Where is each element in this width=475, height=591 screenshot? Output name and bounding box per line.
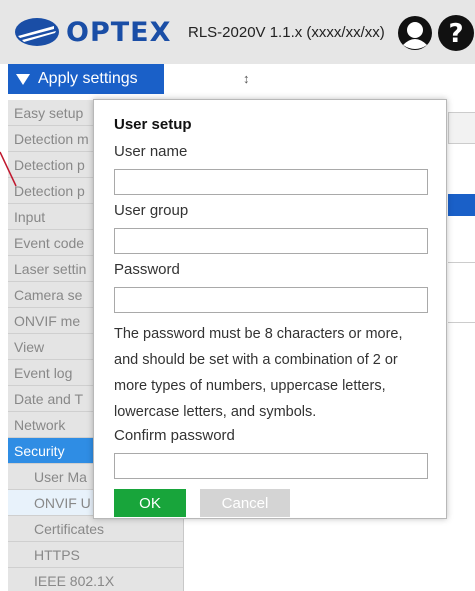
svg-text:?: ? (448, 19, 463, 49)
user-group-input[interactable] (114, 228, 428, 254)
help-icon[interactable]: ? (437, 14, 475, 52)
background-selected-row (448, 194, 475, 216)
user-icon[interactable] (397, 15, 433, 51)
confirm-password-input[interactable] (114, 453, 428, 479)
sidebar-item-certificates[interactable]: Certificates (8, 516, 183, 542)
pointer-line (0, 151, 17, 187)
ok-button[interactable]: OK (114, 489, 186, 517)
triangle-down-icon (16, 73, 30, 85)
user-setup-dialog: User setup User name User group Password… (93, 99, 447, 519)
dialog-buttons: OK Cancel (114, 489, 426, 517)
header: OPTEX RLS-2020V 1.1.x (xxxx/xx/xx) ? (0, 0, 475, 64)
note-line: and should be set with a combination of … (114, 352, 398, 368)
apply-settings-button[interactable]: Apply settings (8, 64, 164, 94)
note-line: lowercase letters, and symbols. (114, 404, 317, 420)
sidebar-item-https[interactable]: HTTPS (8, 542, 183, 568)
password-requirements-note: The password must be 8 characters or mor… (114, 321, 444, 425)
logo-text: OPTEX (66, 16, 172, 48)
background-field (448, 112, 475, 144)
dialog-title: User setup (114, 116, 192, 133)
optex-logo: OPTEX (14, 16, 172, 48)
password-input[interactable] (114, 287, 428, 313)
divider (448, 262, 475, 263)
firmware-version: RLS-2020V 1.1.x (xxxx/xx/xx) (188, 24, 385, 41)
user-name-input[interactable] (114, 169, 428, 195)
note-line: The password must be 8 characters or mor… (114, 326, 403, 342)
resize-handle-icon[interactable]: ↕ (243, 71, 250, 86)
cancel-button[interactable]: Cancel (200, 489, 290, 517)
divider (448, 322, 475, 323)
sidebar-item-ieee-8021x[interactable]: IEEE 802.1X (8, 568, 183, 591)
password-label: Password (114, 261, 180, 278)
user-name-label: User name (114, 143, 188, 160)
note-line: more types of numbers, uppercase letters… (114, 378, 386, 394)
confirm-password-label: Confirm password (114, 427, 235, 444)
apply-settings-label: Apply settings (38, 70, 138, 87)
optex-logo-icon (15, 18, 59, 46)
user-group-label: User group (114, 202, 189, 219)
